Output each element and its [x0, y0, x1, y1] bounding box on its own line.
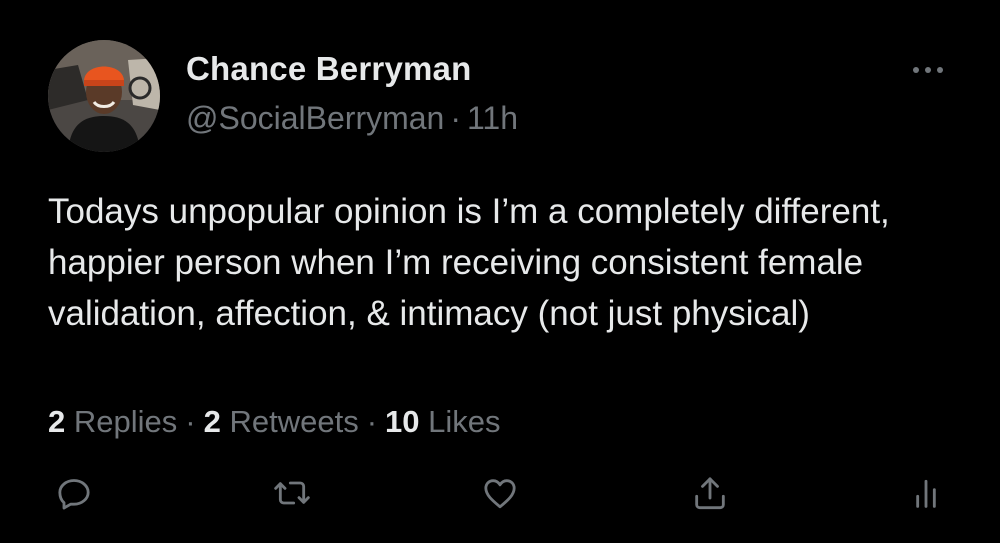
meta-separator: · [450, 100, 461, 136]
tweet-stats: 2 Replies · 2 Retweets · 10 Likes [48, 404, 501, 440]
likes-stat[interactable]: 10 Likes [385, 404, 500, 439]
heart-icon [484, 479, 516, 509]
likes-count: 10 [385, 404, 420, 439]
tweet-meta: @SocialBerryman · 11h [186, 100, 518, 137]
share-icon [695, 477, 725, 510]
retweet-icon [274, 481, 310, 505]
replies-stat[interactable]: 2 Replies [48, 404, 177, 439]
reply-icon [58, 479, 90, 510]
reply-button[interactable] [52, 471, 96, 515]
retweets-count: 2 [203, 404, 221, 439]
stats-separator: · [366, 404, 378, 439]
tweet-actions [0, 471, 1000, 515]
analytics-button[interactable] [904, 471, 948, 515]
retweets-stat[interactable]: 2 Retweets [204, 404, 359, 439]
replies-count: 2 [48, 404, 66, 439]
avatar[interactable] [48, 40, 160, 152]
likes-label: Likes [428, 404, 501, 439]
author-handle[interactable]: @SocialBerryman [186, 100, 444, 136]
like-button[interactable] [478, 471, 522, 515]
tweet-card: Chance Berryman @SocialBerryman · 11h Toda… [0, 0, 1000, 543]
retweets-label: Retweets [229, 404, 359, 439]
retweet-button[interactable] [270, 471, 314, 515]
user-avatar-photo-icon [48, 40, 160, 152]
author-display-name[interactable]: Chance Berryman [186, 50, 471, 88]
replies-label: Replies [73, 404, 178, 439]
more-horizontal-icon [913, 67, 943, 73]
share-button[interactable] [688, 471, 732, 515]
more-options-button[interactable] [908, 58, 948, 82]
analytics-icon [916, 479, 936, 508]
stats-separator: · [185, 404, 196, 439]
tweet-timestamp[interactable]: 11h [467, 100, 518, 136]
tweet-text: Todays unpopular opinion is I’m a comple… [48, 192, 890, 333]
